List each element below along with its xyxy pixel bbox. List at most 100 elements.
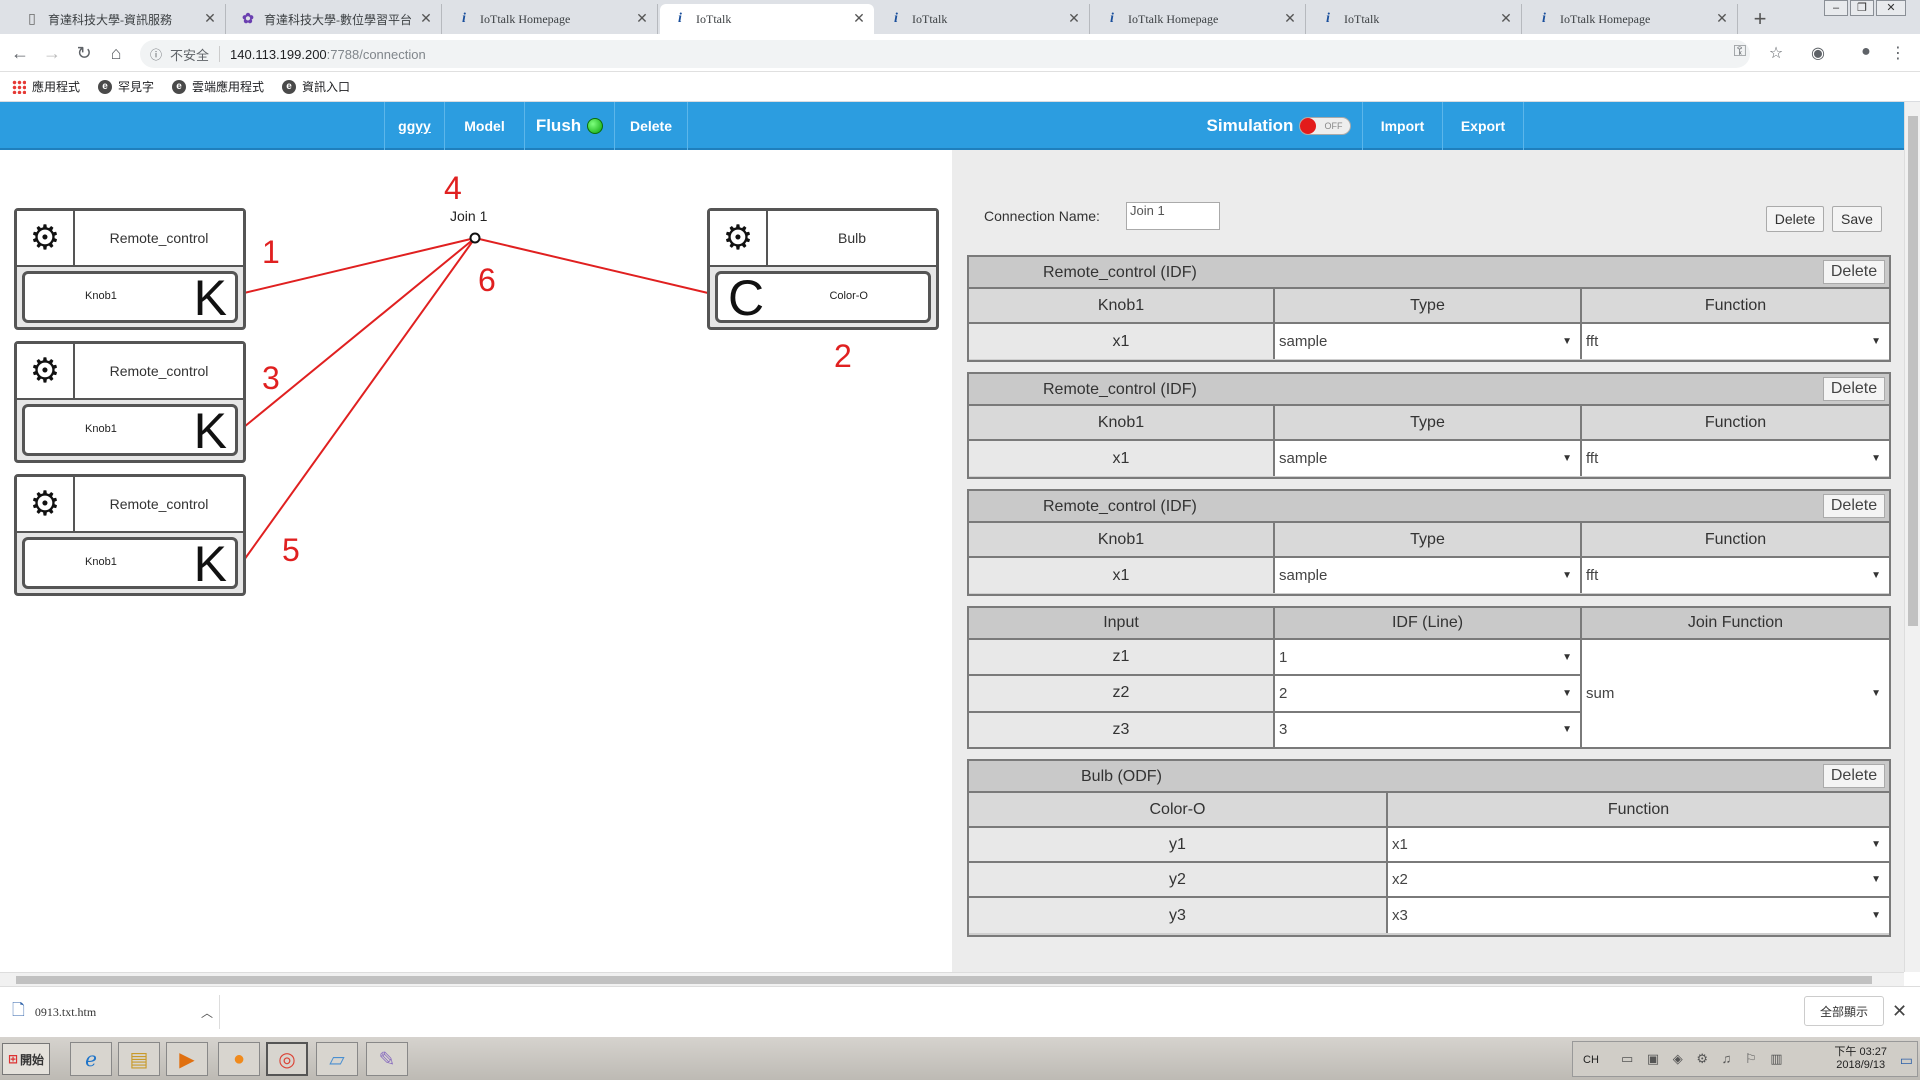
- ie-icon: e: [172, 79, 187, 94]
- tab-title: IoTtalk: [696, 11, 732, 26]
- close-tab-icon[interactable]: ✕: [1283, 11, 1297, 28]
- flush-button[interactable]: Flush: [524, 102, 614, 150]
- connection-canvas[interactable]: Join 1 ⚙ Remote_control Knob1 K ⚙ Remote…: [0, 150, 952, 972]
- browser-tab[interactable]: i IoTtalk ✕: [1308, 4, 1522, 34]
- notepad-icon[interactable]: ▱: [316, 1042, 358, 1076]
- close-window-button[interactable]: ✕: [1876, 0, 1906, 16]
- close-tab-icon[interactable]: ✕: [1715, 11, 1729, 28]
- horizontal-scrollbar[interactable]: [0, 972, 1904, 986]
- project-menu[interactable]: ggyy: [384, 102, 444, 150]
- extension-icon[interactable]: ◉: [1806, 43, 1830, 63]
- export-button[interactable]: Export: [1442, 102, 1524, 150]
- clock[interactable]: 下午 03:27 2018/9/13: [1834, 1046, 1887, 1072]
- import-button[interactable]: Import: [1362, 102, 1442, 150]
- browser-tab-active[interactable]: i IoTtalk ✕: [660, 4, 874, 34]
- close-tab-icon[interactable]: ✕: [635, 11, 649, 28]
- save-button[interactable]: Save: [1832, 206, 1882, 232]
- gear-icon[interactable]: ⚙: [17, 211, 75, 267]
- function-select[interactable]: fft ▼: [1582, 441, 1889, 476]
- firefox-icon[interactable]: ●: [218, 1042, 260, 1076]
- bookmark[interactable]: e 資訊入口: [282, 78, 350, 95]
- profile-icon[interactable]: ●: [1854, 43, 1878, 61]
- forward-icon[interactable]: →: [40, 43, 64, 64]
- star-icon[interactable]: ☆: [1764, 43, 1788, 63]
- media-player-icon[interactable]: ▶: [166, 1042, 208, 1076]
- gear-icon[interactable]: ⚙: [17, 477, 75, 533]
- gear-icon[interactable]: ⚙: [710, 211, 768, 267]
- chrome-icon[interactable]: ◎: [266, 1042, 308, 1076]
- block-delete-button[interactable]: Delete: [1823, 494, 1885, 518]
- close-tab-icon[interactable]: ✕: [203, 11, 217, 28]
- home-icon[interactable]: ⌂: [104, 43, 128, 64]
- key-icon[interactable]: ⚿: [1728, 43, 1752, 61]
- block-delete-button[interactable]: Delete: [1823, 260, 1885, 284]
- idf-device-3[interactable]: ⚙ Remote_control Knob1 K: [14, 474, 246, 596]
- device-feature[interactable]: Knob1 K: [22, 537, 238, 589]
- close-tab-icon[interactable]: ✕: [852, 11, 866, 28]
- url-field[interactable]: ⓘ 不安全 140.113.199.200:7788/connection: [140, 40, 1750, 68]
- scroll-thumb[interactable]: [16, 976, 1872, 984]
- download-item[interactable]: 🗋 0913.txt.htm ︿: [12, 995, 220, 1029]
- info-circle-icon[interactable]: ⓘ: [150, 46, 162, 63]
- connection-name-input[interactable]: Join 1: [1126, 202, 1220, 230]
- close-tab-icon[interactable]: ✕: [1067, 11, 1081, 28]
- idf-line-select[interactable]: 1 ▼: [1275, 640, 1580, 675]
- type-select[interactable]: sample ▼: [1275, 558, 1582, 593]
- browser-tab[interactable]: ▯ 育達科技大學-資訊服務 ✕: [12, 4, 226, 34]
- block-delete-button[interactable]: Delete: [1823, 764, 1885, 788]
- type-select[interactable]: sample ▼: [1275, 441, 1582, 476]
- input-language[interactable]: CH: [1583, 1054, 1599, 1066]
- delete-project-button[interactable]: Delete: [614, 102, 688, 150]
- close-tab-icon[interactable]: ✕: [419, 11, 433, 28]
- browser-tab[interactable]: i IoTtalk Homepage ✕: [1092, 4, 1306, 34]
- join-node[interactable]: [469, 232, 481, 244]
- restore-button[interactable]: ❐: [1850, 0, 1874, 16]
- browser-tab[interactable]: ✿ 育達科技大學-數位學習平台 ✕: [228, 4, 442, 34]
- idf-line-select[interactable]: 2 ▼: [1275, 676, 1580, 711]
- minimize-button[interactable]: –: [1824, 0, 1848, 16]
- simulation-control[interactable]: Simulation OFF: [1196, 102, 1362, 150]
- device-feature[interactable]: Knob1 K: [22, 271, 238, 323]
- browser-tab[interactable]: i IoTtalk ✕: [876, 4, 1090, 34]
- link-line-2[interactable]: [474, 237, 709, 294]
- close-tab-icon[interactable]: ✕: [1499, 11, 1513, 28]
- function-select[interactable]: x2 ▼: [1388, 863, 1889, 896]
- idf-device-1[interactable]: ⚙ Remote_control Knob1 K: [14, 208, 246, 330]
- idf-device-2[interactable]: ⚙ Remote_control Knob1 K: [14, 341, 246, 463]
- new-tab-button[interactable]: +: [1748, 6, 1772, 32]
- function-select[interactable]: x1 ▼: [1388, 828, 1889, 861]
- back-icon[interactable]: ←: [8, 43, 32, 64]
- function-select[interactable]: fft ▼: [1582, 324, 1889, 359]
- function-select[interactable]: x3 ▼: [1388, 898, 1889, 933]
- bookmark-apps[interactable]: 應用程式: [12, 78, 80, 95]
- show-desktop-icon[interactable]: ▭: [1900, 1052, 1913, 1069]
- show-all-button[interactable]: 全部顯示: [1804, 996, 1884, 1026]
- block-delete-button[interactable]: Delete: [1823, 377, 1885, 401]
- chevron-up-icon[interactable]: ︿: [201, 1004, 213, 1021]
- device-feature[interactable]: C Color-O: [715, 271, 931, 323]
- folder-icon[interactable]: ▤: [118, 1042, 160, 1076]
- browser-tab[interactable]: i IoTtalk Homepage ✕: [1524, 4, 1738, 34]
- vertical-scrollbar[interactable]: [1904, 102, 1920, 972]
- close-icon[interactable]: ✕: [1892, 1001, 1907, 1022]
- join-function-select[interactable]: sum ▼: [1582, 640, 1889, 747]
- reload-icon[interactable]: ↻: [72, 43, 96, 64]
- paint-icon[interactable]: ✎: [366, 1042, 408, 1076]
- delete-connection-button[interactable]: Delete: [1766, 206, 1824, 232]
- bookmark[interactable]: e 雲端應用程式: [172, 78, 264, 95]
- model-button[interactable]: Model: [444, 102, 524, 150]
- simulation-toggle[interactable]: OFF: [1299, 117, 1352, 135]
- type-select[interactable]: sample ▼: [1275, 324, 1582, 359]
- ie-browser-icon[interactable]: ℯ: [70, 1042, 112, 1076]
- device-feature[interactable]: Knob1 K: [22, 404, 238, 456]
- idf-line-select[interactable]: 3 ▼: [1275, 712, 1580, 747]
- tray-icons[interactable]: ▭ ▣ ◈ ⚙ ♫ ⚐ ▥: [1621, 1051, 1788, 1067]
- odf-device[interactable]: ⚙ Bulb C Color-O: [707, 208, 939, 330]
- scroll-thumb[interactable]: [1908, 116, 1918, 626]
- bookmark[interactable]: e 罕見字: [98, 78, 154, 95]
- browser-tab[interactable]: i IoTtalk Homepage ✕: [444, 4, 658, 34]
- gear-icon[interactable]: ⚙: [17, 344, 75, 400]
- start-button[interactable]: ⊞ 開始: [2, 1043, 50, 1075]
- menu-icon[interactable]: ⋮: [1886, 43, 1910, 63]
- function-select[interactable]: fft ▼: [1582, 558, 1889, 593]
